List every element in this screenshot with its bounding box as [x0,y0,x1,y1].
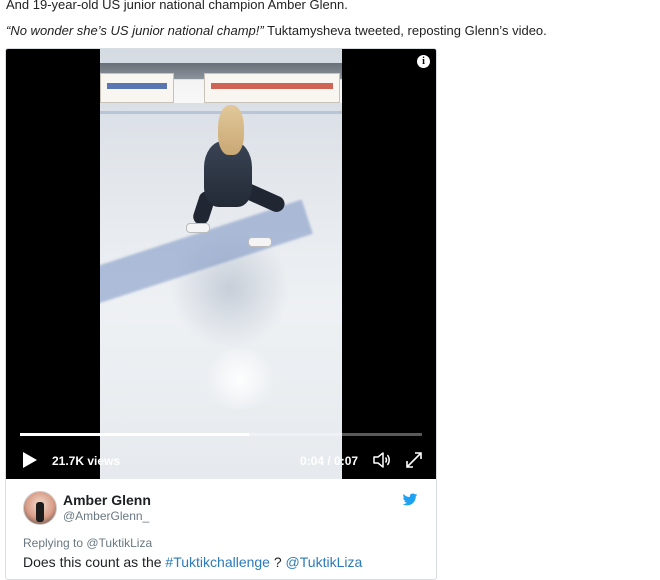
tweet-text-prefix: Does this count as the [23,554,166,570]
author-display-name[interactable]: Amber Glenn [63,492,151,508]
board-ad-left [100,73,174,103]
video-frame[interactable] [100,49,342,479]
video-progress-fill [20,433,250,436]
ice-shine [200,349,280,409]
article-paragraph-quote: “No wonder she’s US junior national cham… [6,23,547,39]
skate [248,237,272,247]
article-paragraph-intro: And 19-year-old US junior national champ… [6,0,348,12]
tweet-text: Does this count as the #Tuktikchallenge … [23,554,362,570]
twitter-bird-icon[interactable] [402,493,418,507]
info-icon[interactable]: i [417,55,430,68]
tweet-text-middle: ? [269,554,286,570]
view-count: 21.7K views [52,454,121,468]
board-ad-right [204,73,340,103]
avatar[interactable] [23,491,57,525]
skater-head [218,105,244,155]
fullscreen-icon[interactable] [404,450,424,470]
mention-link[interactable]: @TuktikLiza [286,554,363,570]
hashtag-link[interactable]: #Tuktikchallenge [165,554,270,570]
quote-text: “No wonder she’s US junior national cham… [6,23,264,38]
video-time: 0:04 / 0:07 [300,454,359,468]
play-icon[interactable] [20,451,38,469]
video-progress-bar[interactable] [20,433,422,436]
author-handle[interactable]: @AmberGlenn_ [63,509,149,523]
replying-to[interactable]: Replying to @TuktikLiza [23,536,152,550]
volume-icon[interactable] [372,450,392,470]
avatar-figure [36,502,44,522]
skate [186,223,210,233]
video-player[interactable]: i 21.7K views 0:04 / 0:07 [6,49,436,479]
quote-attribution: Tuktamysheva tweeted, reposting Glenn’s … [263,23,547,38]
embedded-tweet[interactable]: i 21.7K views 0:04 / 0:07 Amber Glenn @A… [5,48,437,580]
